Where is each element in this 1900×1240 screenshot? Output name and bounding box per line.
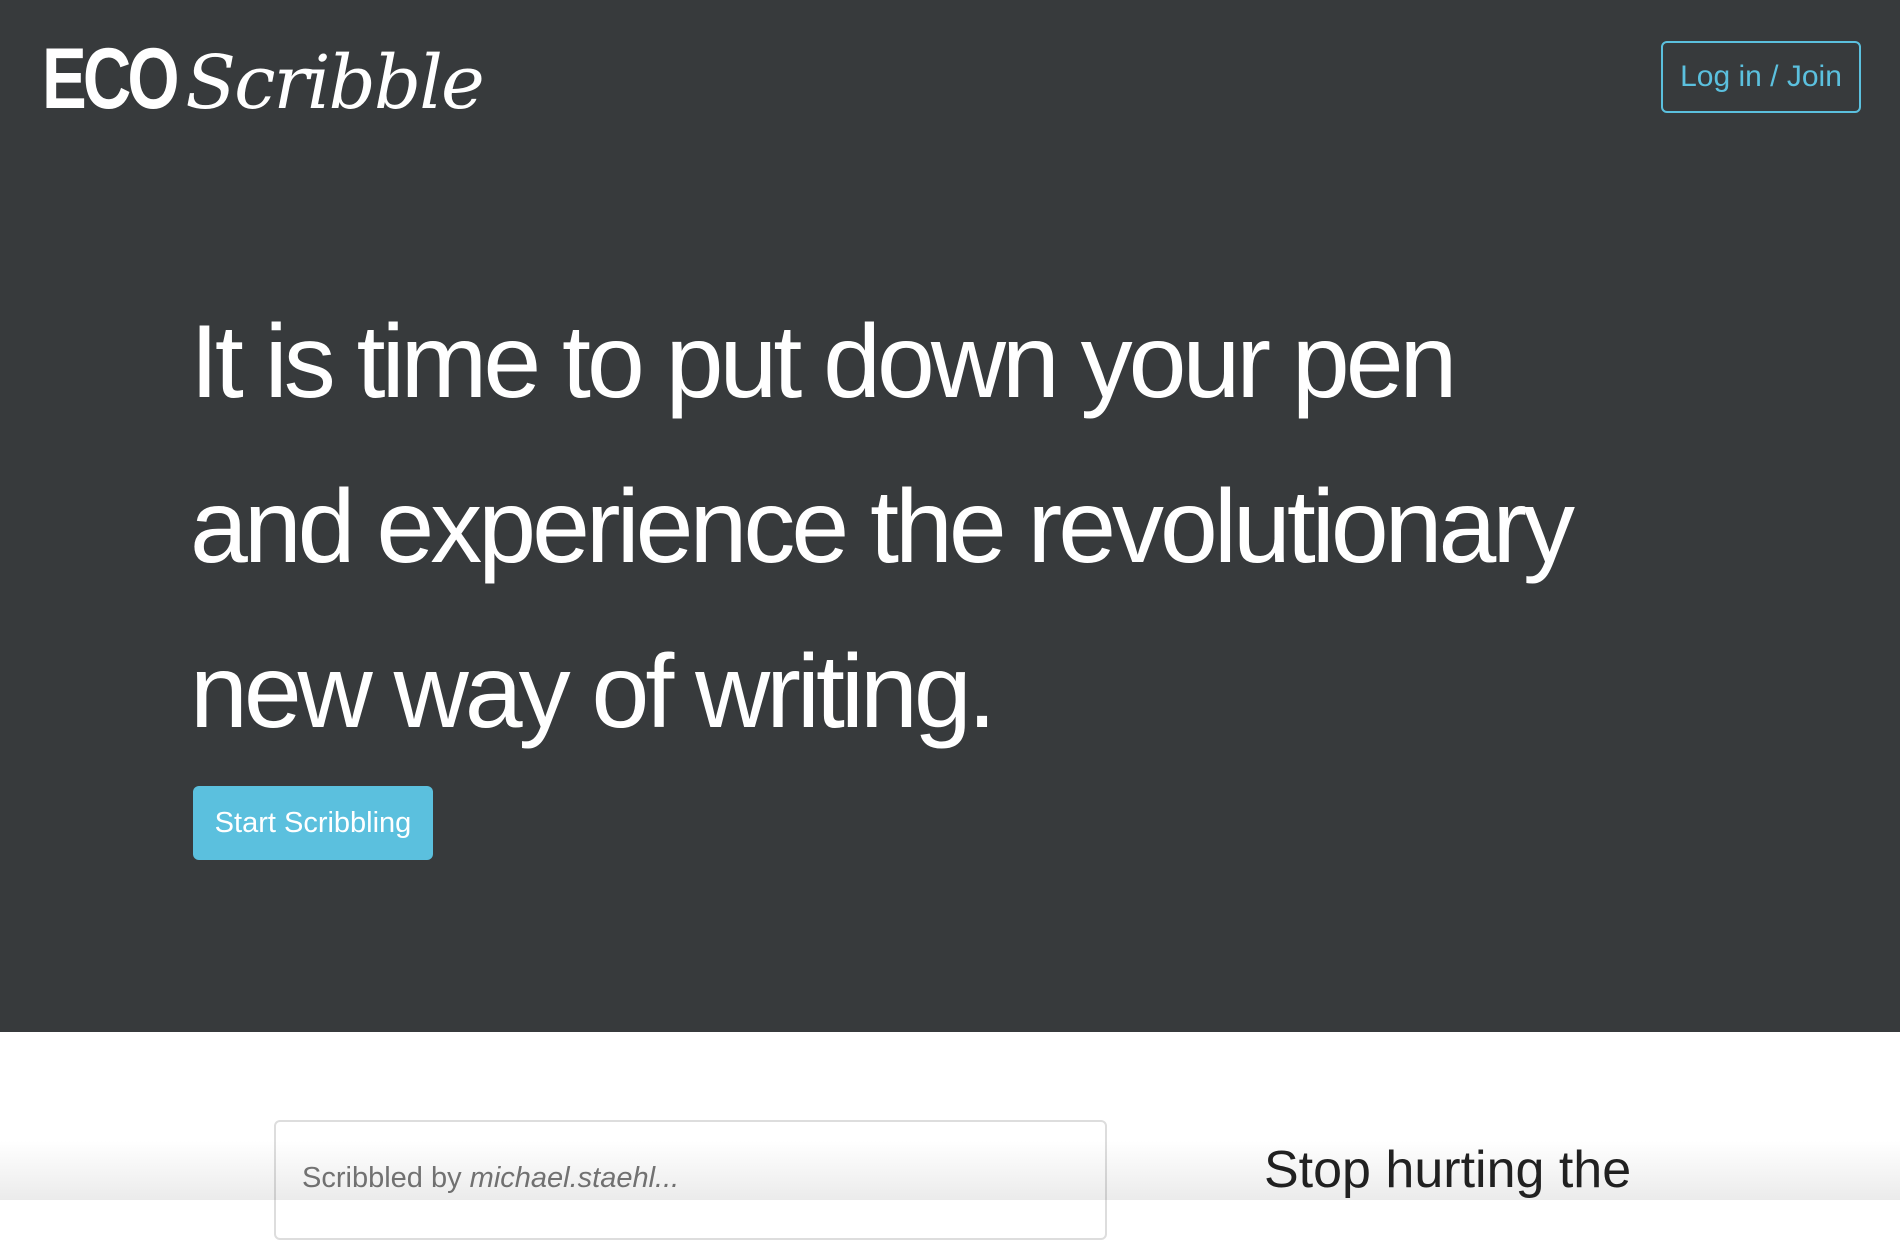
scribbled-by-label: Scribbled by bbox=[302, 1162, 470, 1194]
logo-eco-text: ECO bbox=[42, 31, 180, 127]
hero-headline: It is time to put down your pen and expe… bbox=[190, 280, 1590, 775]
scribble-author[interactable]: michael.staehl... bbox=[470, 1162, 680, 1194]
logo[interactable]: ECO Scribble bbox=[42, 31, 485, 127]
scribble-card[interactable]: Scribbled by michael.staehl... bbox=[274, 1120, 1107, 1240]
login-join-button[interactable]: Log in / Join bbox=[1661, 41, 1861, 113]
headline-line-3: new way of writing. bbox=[190, 634, 997, 750]
headline-line-2: and experience the revolutionary bbox=[190, 469, 1575, 585]
logo-scribble-text: Scribble bbox=[185, 40, 484, 126]
headline-line-1: It is time to put down your pen bbox=[190, 304, 1457, 420]
start-scribbling-button[interactable]: Start Scribbling bbox=[193, 786, 433, 860]
scribble-author-line: Scribbled by michael.staehl... bbox=[302, 1162, 679, 1195]
feature-heading: Stop hurting the bbox=[1264, 1141, 1632, 1199]
hero-section: ECO Scribble Log in / Join It is time to… bbox=[0, 0, 1900, 1032]
